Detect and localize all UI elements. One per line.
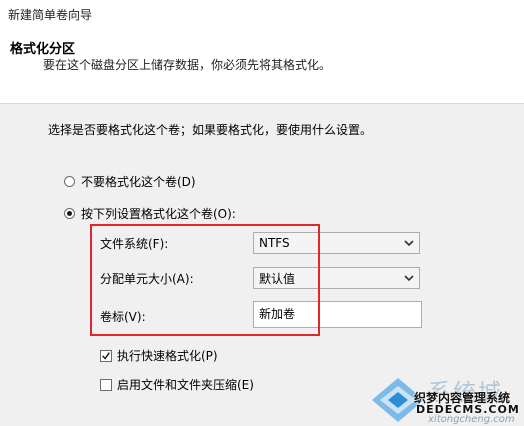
title-bar: 新建简单卷向导 (0, 0, 524, 28)
file-system-label: 文件系统(F): (100, 237, 169, 251)
allocation-unit-value: 默认值 (259, 271, 296, 286)
volume-label-label: 卷标(V): (100, 310, 146, 324)
page-subtitle: 要在这个磁盘分区上储存数据，你必须先将其格式化。 (43, 58, 332, 72)
quick-format-checkbox[interactable]: 执行快速格式化(P) (100, 347, 218, 364)
checkbox-checked[interactable] (100, 349, 112, 362)
volume-label-input[interactable]: 新加卷 (253, 301, 422, 328)
checkbox-unchecked[interactable] (100, 378, 112, 391)
page-title: 格式化分区 (10, 42, 76, 57)
radio-format-label[interactable]: 按下列设置格式化这个卷(O): (81, 205, 236, 222)
file-system-value: NTFS (259, 236, 290, 250)
checkmark-icon (102, 351, 110, 360)
window-title: 新建简单卷向导 (8, 8, 93, 22)
compression-label[interactable]: 启用文件和文件夹压缩(E) (117, 376, 254, 393)
file-system-select[interactable]: NTFS (253, 232, 420, 254)
wizard-header: 格式化分区 要在这个磁盘分区上储存数据，你必须先将其格式化。 (0, 28, 524, 104)
radio-button-selected[interactable] (64, 208, 75, 219)
radio-no-format[interactable]: 不要格式化这个卷(D) (64, 173, 196, 190)
radio-button[interactable] (64, 176, 75, 187)
chevron-down-icon (404, 240, 414, 247)
radio-format[interactable]: 按下列设置格式化这个卷(O): (64, 205, 236, 222)
watermark-text-3: xitongcheng.com (428, 414, 515, 425)
radio-no-format-label[interactable]: 不要格式化这个卷(D) (81, 173, 196, 190)
allocation-unit-select[interactable]: 默认值 (253, 267, 420, 289)
allocation-unit-label: 分配单元大小(A): (100, 272, 194, 286)
chevron-down-icon (404, 275, 414, 282)
quick-format-label[interactable]: 执行快速格式化(P) (117, 347, 218, 364)
compression-checkbox[interactable]: 启用文件和文件夹压缩(E) (100, 376, 254, 393)
instruction-text: 选择是否要格式化这个卷；如果要格式化，要使用什么设置。 (48, 123, 373, 137)
